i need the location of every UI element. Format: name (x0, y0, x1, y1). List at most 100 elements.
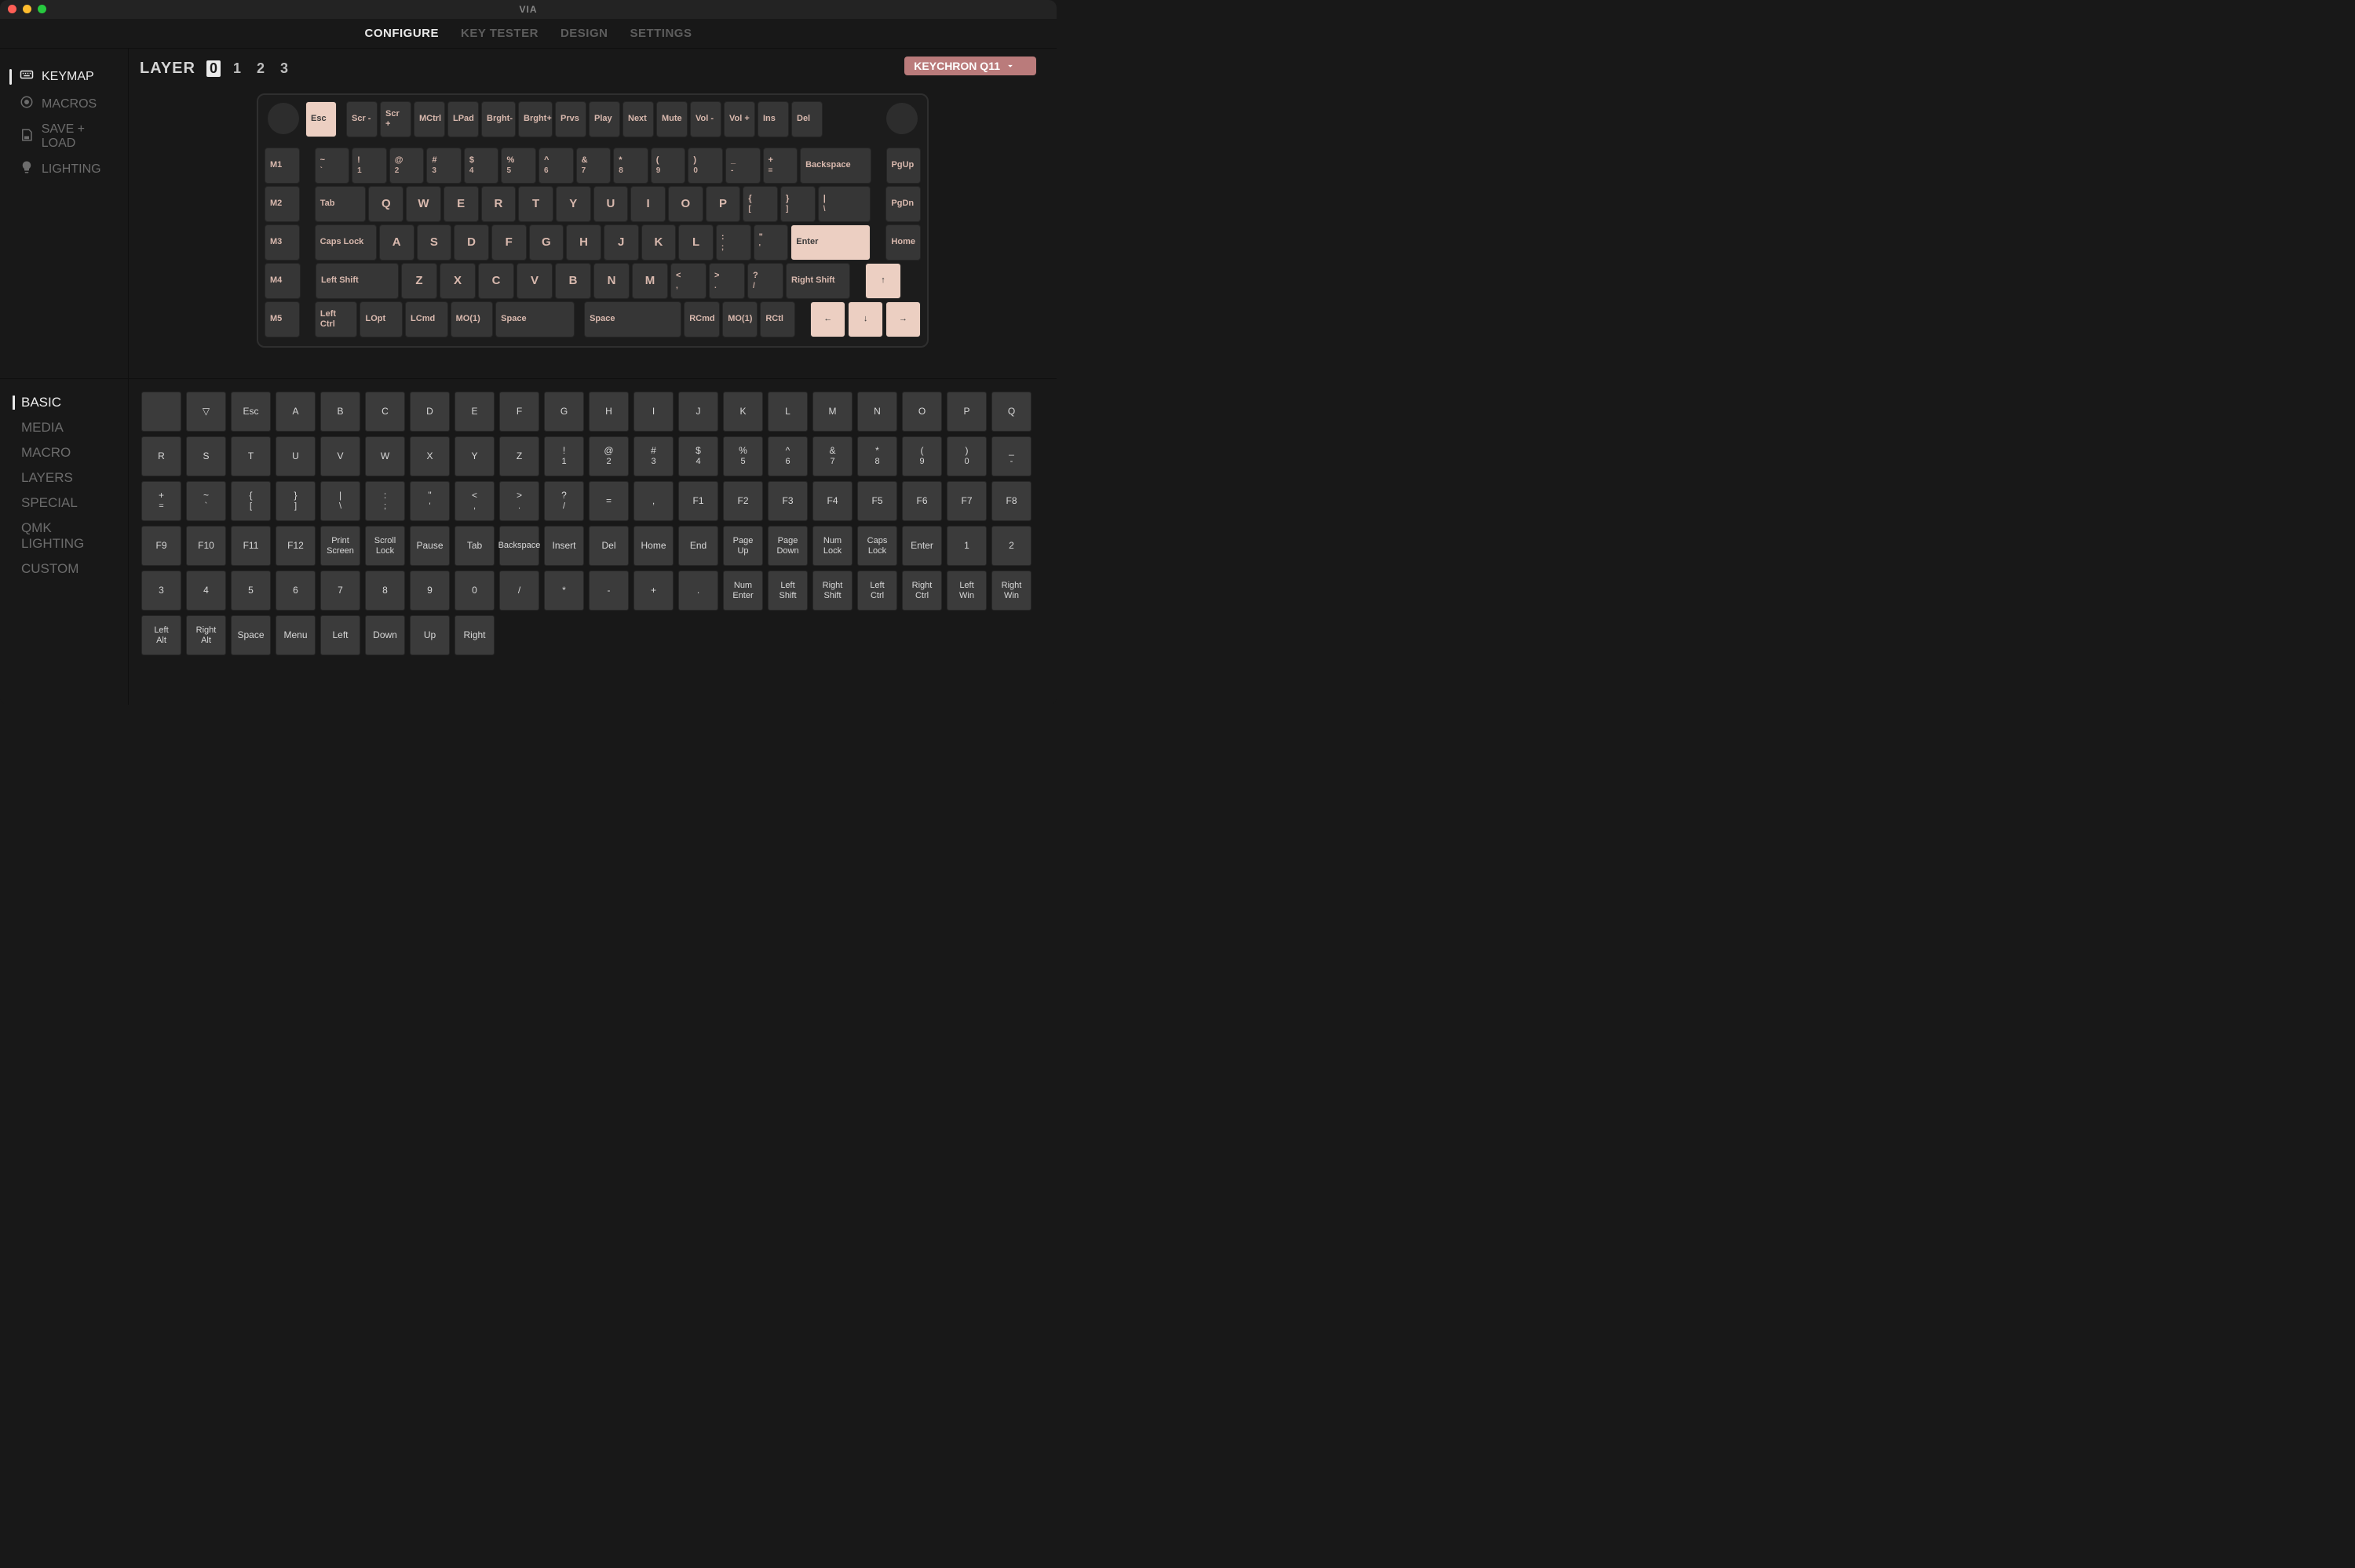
palette-key[interactable]: (9 (902, 436, 942, 476)
palette-key[interactable]: F1 (678, 481, 718, 521)
palette-key[interactable]: RightAlt (186, 615, 226, 655)
keymap-key[interactable]: MO(1) (722, 301, 758, 337)
keymap-key[interactable]: V (517, 263, 553, 299)
keymap-key[interactable]: PgDn (885, 186, 921, 222)
device-selector[interactable]: KEYCHRON Q11 (904, 57, 1036, 75)
keymap-key[interactable]: LPad (447, 101, 479, 137)
palette-key[interactable]: ~` (186, 481, 226, 521)
keymap-key[interactable]: P (706, 186, 741, 222)
palette-key[interactable]: / (499, 571, 539, 611)
palette-key[interactable]: U (276, 436, 316, 476)
layer-button-3[interactable]: 3 (277, 60, 291, 77)
keymap-key[interactable]: !1 (352, 148, 387, 184)
keymap-key[interactable]: Tab (315, 186, 367, 222)
tab-settings[interactable]: SETTINGS (630, 27, 692, 40)
layer-button-1[interactable]: 1 (230, 60, 244, 77)
palette-key[interactable]: $4 (678, 436, 718, 476)
palette-key[interactable]: Esc (231, 392, 271, 432)
palette-key[interactable]: F6 (902, 481, 942, 521)
palette-key[interactable]: #3 (633, 436, 674, 476)
palette-key[interactable]: 6 (276, 571, 316, 611)
keymap-key[interactable]: W (406, 186, 441, 222)
keymap-key[interactable]: += (763, 148, 798, 184)
palette-key[interactable]: F8 (991, 481, 1031, 521)
keymap-key[interactable]: ↓ (848, 301, 883, 337)
keymap-key[interactable]: |\ (818, 186, 871, 222)
palette-key[interactable]: ?/ (544, 481, 584, 521)
tab-design[interactable]: DESIGN (560, 27, 608, 40)
palette-key[interactable]: !1 (544, 436, 584, 476)
palette-key[interactable]: C (365, 392, 405, 432)
keymap-key[interactable]: Ins (758, 101, 789, 137)
keymap-key[interactable]: Esc (305, 101, 337, 137)
keymap-key[interactable]: Backspace (800, 148, 871, 184)
palette-key[interactable]: PrintScreen (320, 526, 360, 566)
palette-key[interactable]: 3 (141, 571, 181, 611)
palette-key[interactable]: I (633, 392, 674, 432)
tab-key-tester[interactable]: KEY TESTER (461, 27, 539, 40)
palette-key[interactable]: 2 (991, 526, 1031, 566)
keymap-key[interactable]: Y (556, 186, 591, 222)
tab-configure[interactable]: CONFIGURE (365, 27, 440, 40)
keymap-key[interactable]: Prvs (555, 101, 586, 137)
palette-key[interactable]: W (365, 436, 405, 476)
keymap-key[interactable]: PgUp (886, 148, 922, 184)
palette-key[interactable]: F11 (231, 526, 271, 566)
palette-key[interactable]: Home (633, 526, 674, 566)
keymap-key[interactable]: M3 (265, 224, 300, 261)
keymap-key[interactable]: :; (716, 224, 751, 261)
keymap-key[interactable]: _- (725, 148, 761, 184)
keymap-key[interactable]: ?/ (747, 263, 783, 299)
keymap-key[interactable]: M1 (265, 148, 300, 184)
keymap-key[interactable]: I (630, 186, 666, 222)
keymap-key[interactable]: T (518, 186, 553, 222)
keymap-key[interactable]: >. (709, 263, 745, 299)
keymap-key[interactable]: Brght- (481, 101, 516, 137)
palette-key[interactable]: ScrollLock (365, 526, 405, 566)
keymap-key[interactable]: <, (670, 263, 706, 299)
keymap-key[interactable]: Scr - (346, 101, 378, 137)
keymap-key[interactable]: LOpt (360, 301, 403, 337)
keymap-key[interactable]: Mute (656, 101, 688, 137)
palette-key[interactable]: B (320, 392, 360, 432)
palette-key[interactable]: F7 (947, 481, 987, 521)
palette-key[interactable]: RightCtrl (902, 571, 942, 611)
palette-key[interactable]: Del (589, 526, 629, 566)
sidebar-item-lighting[interactable]: LIGHTING (0, 155, 128, 183)
palette-key[interactable]: Backspace (499, 526, 539, 566)
palette-key[interactable]: LeftShift (768, 571, 808, 611)
palette-key[interactable]: PageDown (768, 526, 808, 566)
palette-key[interactable]: J (678, 392, 718, 432)
keymap-key[interactable]: Caps Lock (315, 224, 377, 261)
palette-key[interactable]: , (633, 481, 674, 521)
keymap-key[interactable]: ~` (315, 148, 350, 184)
keymap-key[interactable]: S (417, 224, 452, 261)
sidebar-item-save-load[interactable]: SAVE + LOAD (0, 118, 128, 155)
palette-key[interactable]: <, (455, 481, 495, 521)
palette-key[interactable]: End (678, 526, 718, 566)
sidebar-item-keymap[interactable]: KEYMAP (0, 63, 128, 90)
keymap-key[interactable]: N (593, 263, 630, 299)
palette-key[interactable]: NumEnter (723, 571, 763, 611)
palette-key[interactable]: 9 (410, 571, 450, 611)
palette-key[interactable]: - (589, 571, 629, 611)
keymap-key[interactable]: (9 (651, 148, 686, 184)
category-basic[interactable]: BASIC (0, 390, 128, 415)
palette-key[interactable]: Q (991, 392, 1031, 432)
palette-key[interactable]: Tab (455, 526, 495, 566)
palette-key[interactable]: E (455, 392, 495, 432)
palette-key[interactable]: &7 (812, 436, 853, 476)
palette-key[interactable]: 7 (320, 571, 360, 611)
keymap-key[interactable]: {[ (743, 186, 778, 222)
keymap-key[interactable]: → (885, 301, 921, 337)
category-macro[interactable]: MACRO (0, 440, 128, 465)
palette-key[interactable]: F (499, 392, 539, 432)
keymap-key[interactable]: L (678, 224, 714, 261)
palette-key[interactable]: CapsLock (857, 526, 897, 566)
palette-key[interactable]: Left (320, 615, 360, 655)
keymap-key[interactable]: Z (401, 263, 437, 299)
palette-key[interactable]: Right (455, 615, 495, 655)
palette-key[interactable]: G (544, 392, 584, 432)
keymap-key[interactable]: D (454, 224, 489, 261)
keymap-key[interactable]: B (555, 263, 591, 299)
